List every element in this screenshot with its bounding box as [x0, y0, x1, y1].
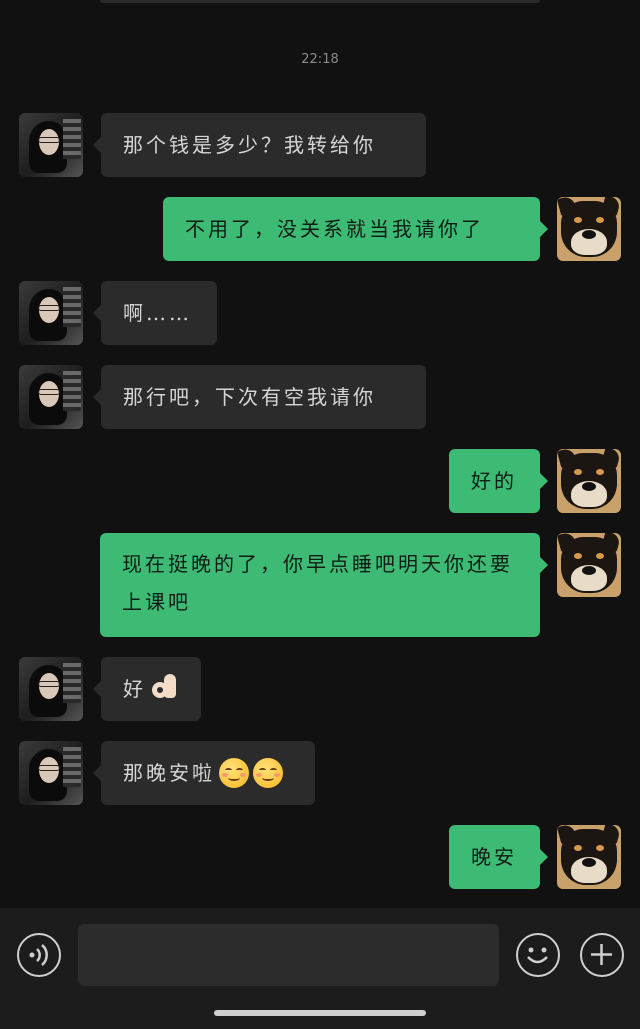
timestamp: 22:18 — [301, 52, 339, 67]
emoji-icon — [527, 947, 548, 964]
message-text: 晚安 — [471, 845, 517, 869]
message-input[interactable] — [78, 924, 499, 986]
home-indicator[interactable] — [214, 1010, 426, 1016]
smiling-face-emoji — [219, 758, 249, 788]
message-text: 不用了，没关系就当我请你了 — [185, 217, 484, 241]
message-text: 那行吧，下次有空我请你 — [123, 385, 376, 409]
message-bubble[interactable]: 那个钱是多少？我转给你 — [93, 113, 426, 177]
contact-avatar[interactable] — [19, 113, 83, 177]
message-bubble[interactable]: 现在挺晚的了，你早点睡吧明天你还要上课吧 — [100, 533, 548, 637]
message-text: 那个钱是多少？我转给你 — [123, 133, 376, 157]
message-bubble[interactable]: 那行吧，下次有空我请你 — [93, 365, 426, 429]
contact-avatar[interactable] — [19, 365, 83, 429]
my-avatar[interactable] — [557, 197, 621, 261]
plus-icon — [591, 944, 612, 965]
more-button[interactable] — [580, 933, 624, 977]
contact-avatar[interactable] — [19, 741, 83, 805]
contact-avatar[interactable] — [19, 281, 83, 345]
message-text: 现在挺晚的了，你早点睡吧明天你还要上课吧 — [122, 552, 513, 614]
message-bubble[interactable]: 那晚安啦 — [93, 741, 315, 805]
my-avatar[interactable] — [557, 533, 621, 597]
message-bubble[interactable]: 晚安 — [449, 825, 548, 889]
message-bubble[interactable]: 好的 — [449, 449, 548, 513]
smiling-face-emoji — [253, 758, 283, 788]
message-text: 那晚安啦 — [123, 761, 215, 785]
ok-hand-emoji — [150, 674, 178, 704]
message-text: 好 — [123, 677, 146, 701]
emoji-button[interactable] — [516, 933, 560, 977]
message-bubble[interactable]: 好 — [93, 657, 201, 721]
message-bubble[interactable]: 不用了，没关系就当我请你了 — [163, 197, 548, 261]
my-avatar[interactable] — [557, 825, 621, 889]
voice-button[interactable] — [17, 933, 61, 977]
voice-icon — [29, 944, 48, 966]
message-text: 啊…… — [123, 301, 192, 325]
message-text: 好的 — [471, 469, 517, 493]
input-bar — [0, 908, 640, 1029]
contact-avatar[interactable] — [19, 657, 83, 721]
previous-message-edge — [100, 0, 540, 3]
my-avatar[interactable] — [557, 449, 621, 513]
message-bubble[interactable]: 啊…… — [93, 281, 217, 345]
